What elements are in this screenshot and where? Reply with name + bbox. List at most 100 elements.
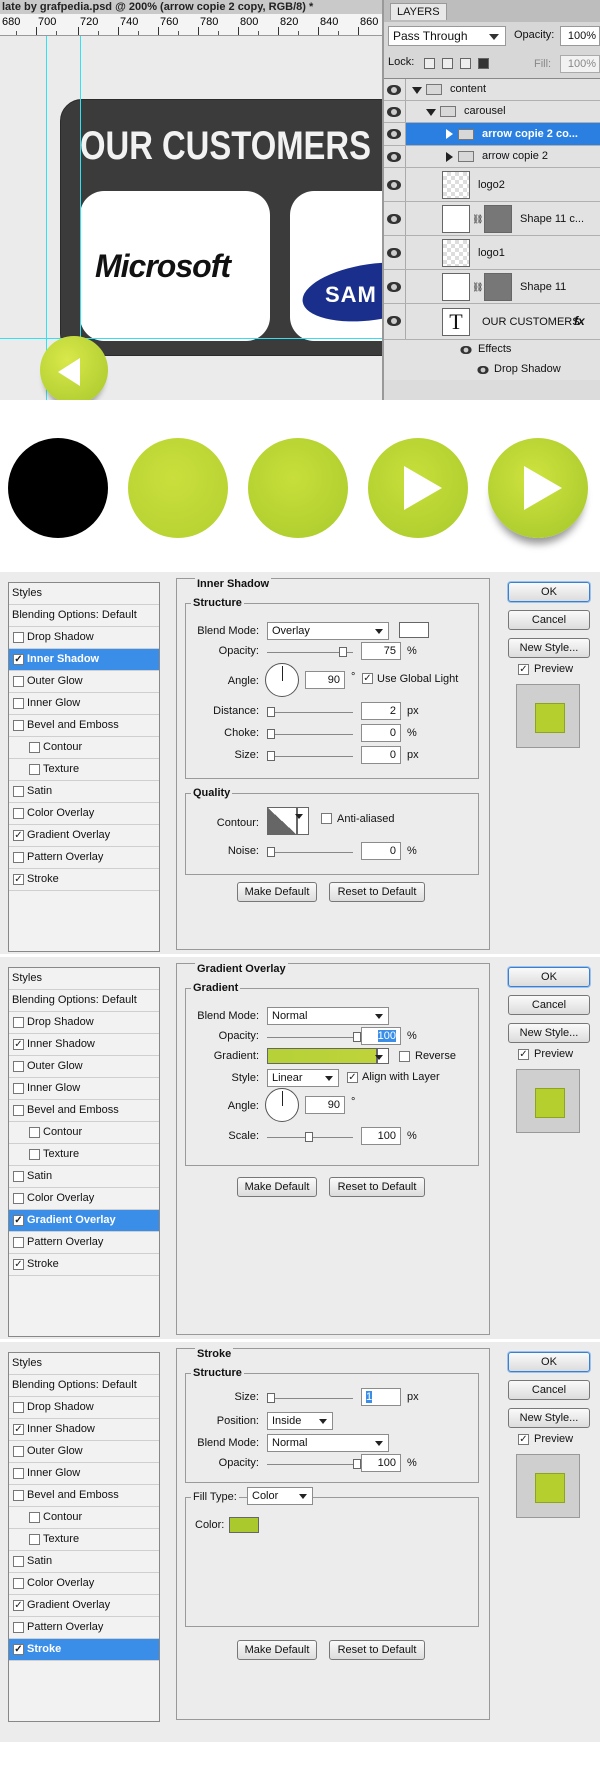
angle-dial[interactable]	[265, 663, 299, 697]
ok-button[interactable]: OK	[508, 1352, 590, 1372]
reset-default-button[interactable]: Reset to Default	[329, 882, 425, 902]
style-bevel-emboss[interactable]: Bevel and Emboss	[9, 1100, 159, 1122]
style-inner-shadow[interactable]: ✓ Inner Shadow	[9, 649, 159, 671]
style-color-overlay[interactable]: Color Overlay	[9, 803, 159, 825]
checkbox[interactable]: ✓	[13, 654, 24, 665]
checkbox[interactable]: ✓	[13, 874, 24, 885]
layer-row-content[interactable]: content	[384, 79, 600, 101]
style-pattern-overlay[interactable]: Pattern Overlay	[9, 1617, 159, 1639]
checkbox[interactable]	[13, 720, 24, 731]
opacity-input[interactable]: 75	[361, 642, 401, 660]
eye-icon[interactable]	[387, 129, 401, 139]
noise-slider[interactable]	[267, 852, 353, 853]
lock-all-icon[interactable]	[478, 58, 489, 69]
opacity-slider[interactable]	[267, 1037, 353, 1038]
styles-title[interactable]: Styles	[9, 968, 159, 990]
eye-icon[interactable]	[477, 366, 489, 374]
eye-icon[interactable]	[387, 316, 401, 326]
style-drop-shadow[interactable]: Drop Shadow	[9, 1012, 159, 1034]
new-style-button[interactable]: New Style...	[508, 1408, 590, 1428]
checkbox[interactable]	[13, 1017, 24, 1028]
styles-title[interactable]: Styles	[9, 1353, 159, 1375]
checkbox[interactable]	[13, 698, 24, 709]
blend-mode-select[interactable]: Normal	[267, 1434, 389, 1452]
style-contour[interactable]: Contour	[9, 1122, 159, 1144]
style-satin[interactable]: Satin	[9, 1551, 159, 1573]
collapse-icon[interactable]	[446, 129, 453, 139]
cancel-button[interactable]: Cancel	[508, 610, 590, 630]
contour-dropdown[interactable]	[295, 807, 309, 835]
blending-options[interactable]: Blending Options: Default	[9, 990, 159, 1012]
checkbox[interactable]	[29, 1127, 40, 1138]
eye-icon[interactable]	[387, 214, 401, 224]
distance-slider[interactable]	[267, 712, 353, 713]
style-bevel-emboss[interactable]: Bevel and Emboss	[9, 715, 159, 737]
style-stroke[interactable]: ✓ Stroke	[9, 1254, 159, 1276]
align-layer-checkbox[interactable]: ✓	[347, 1072, 358, 1083]
checkbox[interactable]	[29, 1534, 40, 1545]
blend-mode-select[interactable]: Pass Through	[388, 26, 506, 46]
eye-icon[interactable]	[387, 152, 401, 162]
collapse-icon[interactable]	[446, 152, 453, 162]
eye-icon[interactable]	[387, 180, 401, 190]
checkbox[interactable]	[29, 764, 40, 775]
position-select[interactable]: Inside	[267, 1412, 333, 1430]
preview-checkbox[interactable]: ✓	[518, 664, 529, 675]
gradient-dropdown[interactable]	[375, 1048, 389, 1064]
cancel-button[interactable]: Cancel	[508, 995, 590, 1015]
checkbox[interactable]	[13, 1193, 24, 1204]
checkbox[interactable]	[13, 1061, 24, 1072]
checkbox[interactable]	[29, 1149, 40, 1160]
new-style-button[interactable]: New Style...	[508, 638, 590, 658]
checkbox[interactable]	[13, 632, 24, 643]
layer-row-arrow-copie-2[interactable]: arrow copie 2	[384, 146, 600, 168]
style-inner-glow[interactable]: Inner Glow	[9, 1463, 159, 1485]
layer-row-drop-shadow[interactable]: Drop Shadow	[384, 360, 600, 380]
eye-icon[interactable]	[387, 107, 401, 117]
style-satin[interactable]: Satin	[9, 781, 159, 803]
gradient-picker[interactable]	[267, 1048, 377, 1064]
style-inner-shadow[interactable]: ✓ Inner Shadow	[9, 1419, 159, 1441]
opacity-input[interactable]: 100%	[560, 26, 600, 46]
angle-input[interactable]: 90	[305, 1096, 345, 1114]
ok-button[interactable]: OK	[508, 582, 590, 602]
style-inner-glow[interactable]: Inner Glow	[9, 693, 159, 715]
style-outer-glow[interactable]: Outer Glow	[9, 1441, 159, 1463]
size-slider[interactable]	[267, 756, 353, 757]
scale-input[interactable]: 100	[361, 1127, 401, 1145]
distance-input[interactable]: 2	[361, 702, 401, 720]
layer-row-our-customers[interactable]: T OUR CUSTOMERS fx	[384, 304, 600, 340]
checkbox[interactable]: ✓	[13, 1644, 24, 1655]
opacity-input[interactable]: 100	[361, 1027, 401, 1045]
checkbox[interactable]	[13, 676, 24, 687]
blend-mode-select[interactable]: Overlay	[267, 622, 389, 640]
checkbox[interactable]	[13, 852, 24, 863]
tab-layers[interactable]: LAYERS	[390, 3, 447, 20]
size-slider[interactable]	[267, 1398, 353, 1399]
style-texture[interactable]: Texture	[9, 759, 159, 781]
checkbox[interactable]	[13, 1105, 24, 1116]
anti-aliased-checkbox[interactable]	[321, 813, 332, 824]
fill-type-select[interactable]: Color	[247, 1487, 313, 1505]
checkbox[interactable]: ✓	[13, 1600, 24, 1611]
eye-icon[interactable]	[387, 248, 401, 258]
eye-icon[interactable]	[387, 282, 401, 292]
style-gradient-overlay[interactable]: ✓ Gradient Overlay	[9, 1210, 159, 1232]
checkbox[interactable]	[13, 1402, 24, 1413]
choke-input[interactable]: 0	[361, 724, 401, 742]
global-light-checkbox[interactable]: ✓	[362, 673, 373, 684]
checkbox[interactable]	[29, 742, 40, 753]
lock-transparency-icon[interactable]	[424, 58, 435, 69]
style-select[interactable]: Linear	[267, 1069, 339, 1087]
make-default-button[interactable]: Make Default	[237, 882, 317, 902]
checkbox[interactable]	[13, 1446, 24, 1457]
lock-image-icon[interactable]	[442, 58, 453, 69]
lock-position-icon[interactable]	[460, 58, 471, 69]
blend-mode-select[interactable]: Normal	[267, 1007, 389, 1025]
shadow-color-swatch[interactable]	[399, 622, 429, 638]
angle-dial[interactable]	[265, 1088, 299, 1122]
style-contour[interactable]: Contour	[9, 737, 159, 759]
layer-row-arrow-copie-2-copy[interactable]: arrow copie 2 co...	[384, 123, 600, 146]
fx-icon[interactable]: fx	[574, 314, 585, 328]
slider-knob[interactable]	[267, 751, 275, 761]
